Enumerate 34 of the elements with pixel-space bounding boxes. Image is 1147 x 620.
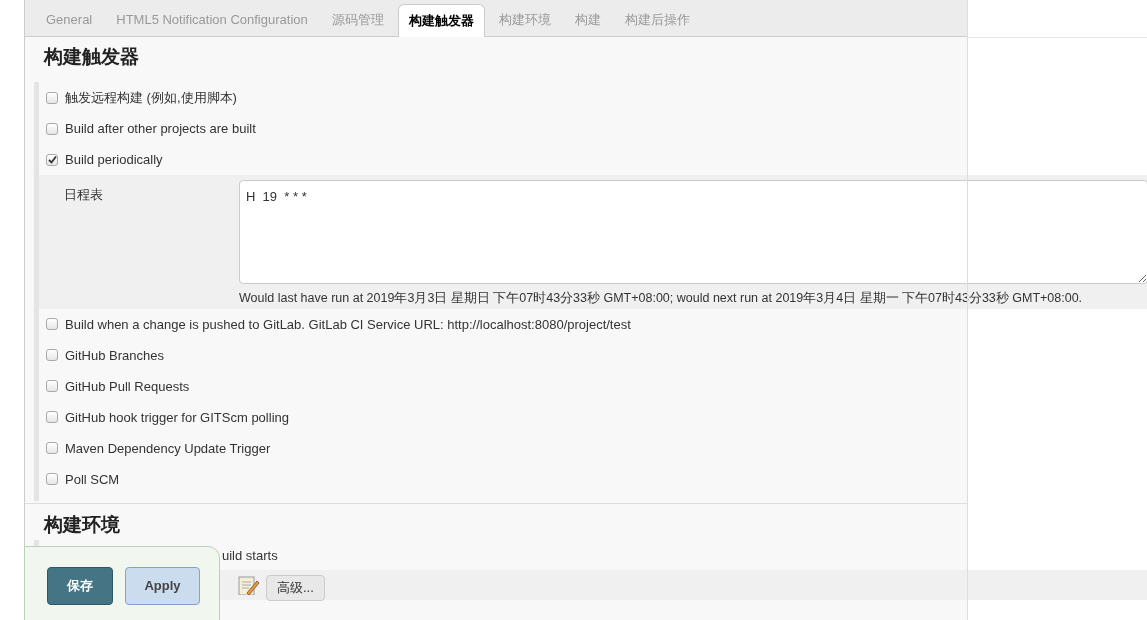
checkbox[interactable] xyxy=(46,153,58,166)
tab[interactable]: 构建 xyxy=(564,3,611,36)
checkbox[interactable] xyxy=(46,473,58,486)
option-label: GitHub Branches xyxy=(65,346,164,365)
section-title: 构建环境 xyxy=(42,512,121,537)
tab[interactable]: 构建环境 xyxy=(488,3,561,36)
checkbox[interactable] xyxy=(46,411,58,424)
schedule-field[interactable]: H 19 * * * xyxy=(239,180,1147,284)
advanced-button[interactable]: 高级... xyxy=(266,574,325,601)
apply-button[interactable]: Apply xyxy=(125,567,200,605)
checkbox[interactable] xyxy=(46,349,58,362)
section-title: 构建触发器 xyxy=(42,45,140,69)
option-label: Maven Dependency Update Trigger xyxy=(65,439,271,458)
option-label: GitHub Pull Requests xyxy=(65,377,190,396)
tab[interactable]: 构建后操作 xyxy=(614,3,700,36)
option-label: GitHub hook trigger for GITScm polling xyxy=(65,408,289,427)
checkbox[interactable] xyxy=(46,380,58,393)
tab[interactable]: 构建触发器 xyxy=(397,4,485,37)
option-label: uild starts xyxy=(221,546,279,565)
checkbox[interactable] xyxy=(46,442,58,455)
option-label: Build when a change is pushed to GitLab. GitLab CI Service URL: http://localhost:8080/project/test xyxy=(65,315,631,334)
notepad-icon xyxy=(238,574,260,595)
option-label: 触发远程构建 (例如,使用脚本) xyxy=(65,88,237,107)
tab[interactable]: HTML5 Notification Configuration xyxy=(106,3,318,36)
tab[interactable]: 源码管理 xyxy=(321,3,394,36)
option-label: Build after other projects are built xyxy=(65,119,256,138)
save-button[interactable]: 保存 xyxy=(47,567,113,605)
option-label: Build periodically xyxy=(65,150,163,169)
field-label: 日程表 xyxy=(63,186,104,204)
checkbox[interactable] xyxy=(46,91,58,104)
option-label: Poll SCM xyxy=(65,470,120,489)
tab[interactable]: General xyxy=(36,3,103,36)
checkbox[interactable] xyxy=(46,122,58,135)
checkbox[interactable] xyxy=(46,318,58,331)
